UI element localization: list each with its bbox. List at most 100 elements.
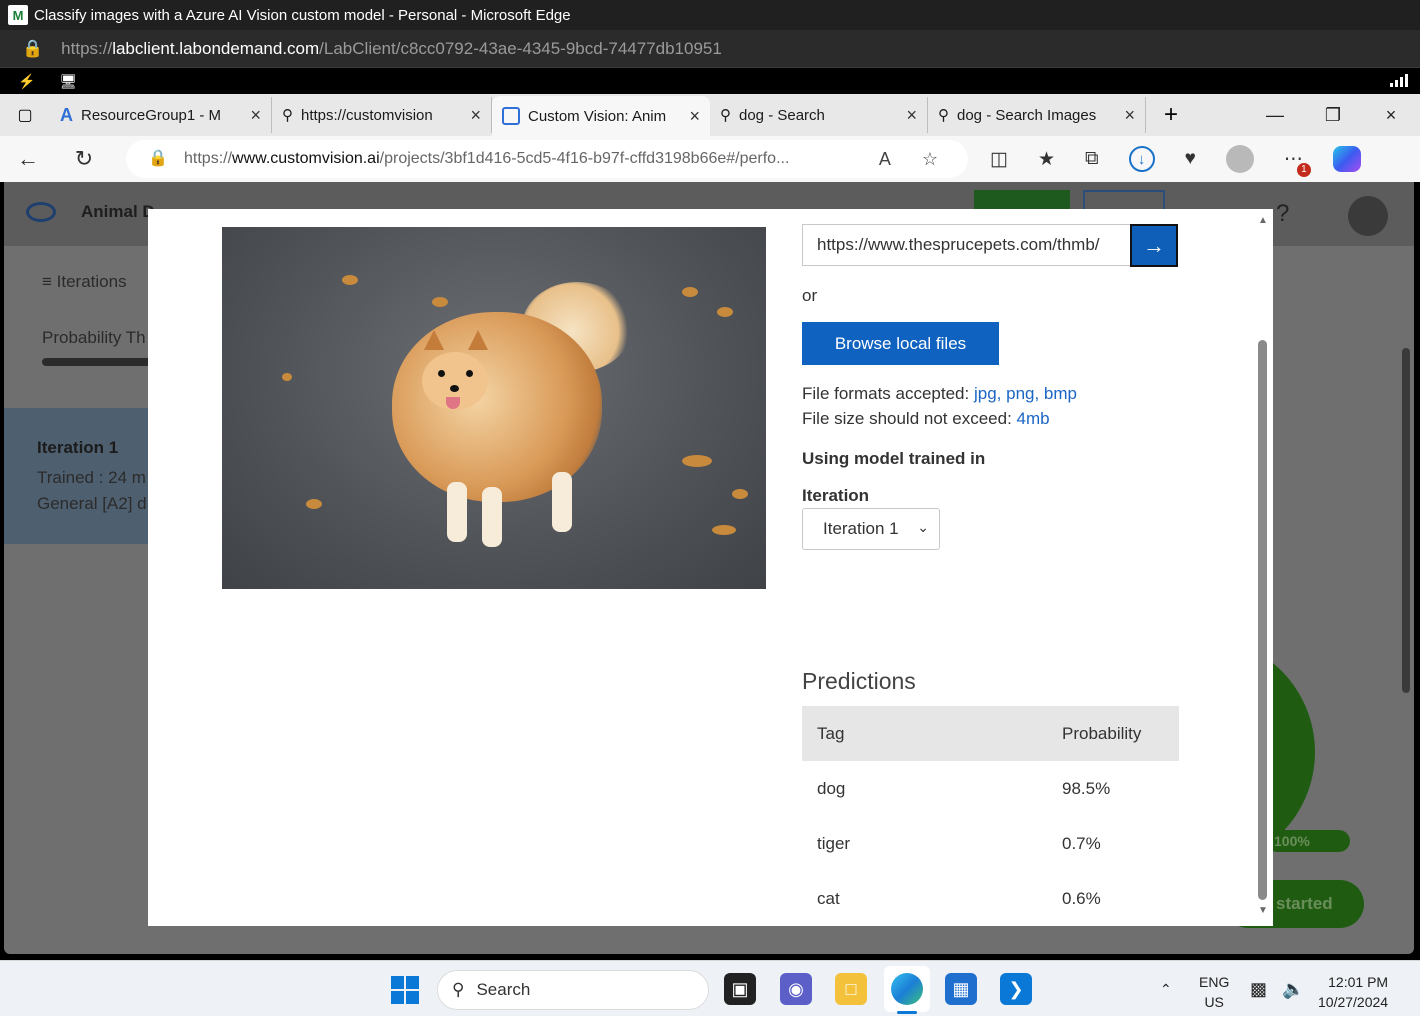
lab-address-bar: 🔒 https://labclient.labondemand.com/LabC… bbox=[0, 30, 1420, 68]
store-icon[interactable]: ▦ bbox=[945, 973, 977, 1005]
table-row: cat 0.6% bbox=[802, 871, 1179, 926]
predictions-title: Predictions bbox=[802, 668, 916, 694]
search-icon: ⚲ bbox=[452, 980, 465, 999]
table-header-row: Tag Probability bbox=[802, 706, 1179, 761]
iteration-card-title: Iteration 1 bbox=[37, 438, 119, 457]
read-aloud-icon[interactable]: A bbox=[879, 149, 898, 170]
minimize-icon[interactable]: — bbox=[1246, 105, 1304, 126]
search-icon: ⚲ bbox=[720, 107, 731, 124]
clock[interactable]: 12:01 PM 10/27/2024 bbox=[1318, 972, 1388, 1012]
back-icon[interactable]: ← bbox=[0, 146, 56, 172]
language-indicator[interactable]: ENG US bbox=[1199, 972, 1229, 1012]
tab-dog-images[interactable]: ⚲ dog - Search Images × bbox=[928, 97, 1146, 133]
page-scrollbar[interactable] bbox=[1400, 322, 1412, 942]
predictions-table: Tag Probability dog 98.5% tiger 0.7% cat… bbox=[802, 706, 1179, 926]
edge-icon[interactable] bbox=[891, 973, 923, 1005]
close-tab-icon[interactable]: × bbox=[470, 105, 481, 126]
chevron-down-icon: ⌄ bbox=[917, 519, 929, 535]
browse-local-files-button[interactable]: Browse local files bbox=[802, 322, 999, 365]
file-explorer-icon[interactable]: □ bbox=[835, 973, 867, 1005]
task-view-icon[interactable]: ▣ bbox=[724, 973, 756, 1005]
lab-url[interactable]: https://labclient.labondemand.com/LabCli… bbox=[61, 39, 722, 59]
sidebar-iterations[interactable]: ≡ Iterations bbox=[42, 272, 127, 292]
profile-icon[interactable] bbox=[1225, 145, 1254, 173]
close-tab-icon[interactable]: × bbox=[250, 105, 261, 126]
monitor-icon[interactable]: 🖥 bbox=[59, 73, 77, 90]
teams-icon[interactable]: ◉ bbox=[780, 973, 812, 1005]
prediction-tag: dog bbox=[817, 778, 846, 798]
dog-figure bbox=[372, 282, 632, 547]
more-icon[interactable]: ⋯ bbox=[1284, 148, 1311, 177]
iteration-card-trained: Trained : 24 m bbox=[37, 468, 146, 487]
column-header-probability[interactable]: Probability bbox=[1062, 706, 1179, 761]
close-window-icon[interactable]: × bbox=[1362, 105, 1420, 126]
customvision-icon bbox=[502, 107, 520, 125]
scrollbar-thumb[interactable] bbox=[1258, 340, 1267, 900]
tab-custom-vision[interactable]: Custom Vision: Anim × bbox=[492, 96, 710, 136]
vscode-icon[interactable]: ❯ bbox=[1000, 973, 1032, 1005]
lab-window-titlebar: M Classify images with a Azure AI Vision… bbox=[0, 0, 1420, 30]
refresh-icon[interactable]: ↻ bbox=[56, 146, 112, 172]
downloads-icon[interactable]: ↓ bbox=[1128, 146, 1155, 172]
window-title: Classify images with a Azure AI Vision c… bbox=[34, 6, 571, 24]
scroll-up-icon[interactable]: ▲ bbox=[1258, 215, 1268, 226]
table-row: tiger 0.7% bbox=[802, 816, 1179, 871]
iteration-label: Iteration bbox=[802, 486, 870, 505]
tab-resourcegroup[interactable]: A ResourceGroup1 - Mi × bbox=[50, 97, 272, 133]
search-icon: ⚲ bbox=[282, 107, 293, 124]
close-tab-icon[interactable]: × bbox=[689, 106, 700, 127]
taskbar: ⚲ Search ▣ ◉ □ ▦ ❯ ⌃ ENG US ▩ 🔈 12:01 PM… bbox=[0, 960, 1420, 1016]
iteration-card-domain: General [A2] d bbox=[37, 494, 147, 513]
close-tab-icon[interactable]: × bbox=[906, 105, 917, 126]
project-title: Animal D bbox=[81, 202, 155, 221]
column-header-tag[interactable]: Tag bbox=[802, 706, 1062, 761]
network-icon[interactable]: ▩ bbox=[1250, 961, 1267, 1016]
restore-icon[interactable]: ❐ bbox=[1304, 105, 1362, 126]
table-row: dog 98.5% bbox=[802, 761, 1179, 816]
chevron-up-icon[interactable]: ⌃ bbox=[1160, 961, 1172, 1016]
new-tab-icon[interactable]: + bbox=[1146, 101, 1196, 129]
image-url-input[interactable] bbox=[802, 224, 1132, 266]
taskbar-search[interactable]: ⚲ Search bbox=[437, 970, 709, 1010]
active-app-indicator bbox=[897, 1011, 917, 1014]
signal-icon bbox=[1390, 74, 1408, 87]
tab-actions-icon[interactable]: ▢ bbox=[0, 105, 50, 125]
collections-icon[interactable]: ⧉ bbox=[1085, 148, 1099, 170]
modal-scrollbar[interactable]: ▲ ▼ bbox=[1255, 209, 1273, 926]
lab-toolbar: ⚡ 🖥 bbox=[0, 68, 1420, 94]
pomeranian-photo bbox=[222, 227, 766, 589]
tab-customvision-url[interactable]: ⚲ https://customvision × bbox=[272, 97, 492, 133]
prediction-tag: tiger bbox=[817, 833, 851, 853]
lab-logo-icon: M bbox=[8, 5, 28, 25]
custom-vision-logo-icon bbox=[26, 202, 56, 222]
tab-dog-search[interactable]: ⚲ dog - Search × bbox=[710, 97, 928, 133]
test-image bbox=[222, 227, 766, 589]
submit-url-button[interactable]: → bbox=[1130, 224, 1178, 267]
copilot-icon[interactable] bbox=[1332, 146, 1361, 172]
close-tab-icon[interactable]: × bbox=[1124, 105, 1135, 126]
lightning-icon[interactable]: ⚡ bbox=[18, 73, 35, 90]
iteration-card[interactable]: Iteration 1 Trained : 24 m General [A2] … bbox=[4, 408, 154, 544]
avatar[interactable] bbox=[1348, 196, 1388, 236]
or-label: or bbox=[802, 286, 818, 305]
volume-icon[interactable]: 🔈 bbox=[1282, 961, 1304, 1016]
address-bar[interactable]: 🔒 https://www.customvision.ai/projects/3… bbox=[126, 140, 968, 178]
file-size-text: File size should not exceed: 4mb bbox=[802, 409, 1050, 428]
help-icon[interactable]: ? bbox=[1276, 200, 1289, 228]
prediction-probability: 0.7% bbox=[1062, 833, 1101, 853]
probability-threshold-slider[interactable] bbox=[42, 358, 162, 366]
prediction-probability: 0.6% bbox=[1062, 888, 1101, 908]
arrow-right-icon: → bbox=[1143, 232, 1165, 258]
split-screen-icon[interactable]: ◫ bbox=[990, 148, 1008, 171]
quick-test-modal: → or Browse local files File formats acc… bbox=[148, 209, 1273, 926]
window-controls: — ❐ × bbox=[1246, 94, 1420, 136]
browser-essentials-icon[interactable]: ♥ bbox=[1185, 148, 1196, 170]
start-button[interactable] bbox=[391, 976, 419, 1004]
iteration-select[interactable]: Iteration 1 ⌄ bbox=[802, 508, 940, 550]
lock-icon: 🔒 bbox=[22, 38, 44, 58]
favorites-icon[interactable]: ★ bbox=[1038, 148, 1055, 171]
scroll-down-icon[interactable]: ▼ bbox=[1258, 905, 1268, 916]
percent-badge: 100% bbox=[1266, 830, 1350, 852]
using-model-heading: Using model trained in bbox=[802, 449, 986, 468]
favorite-star-icon[interactable]: ☆ bbox=[922, 149, 938, 170]
